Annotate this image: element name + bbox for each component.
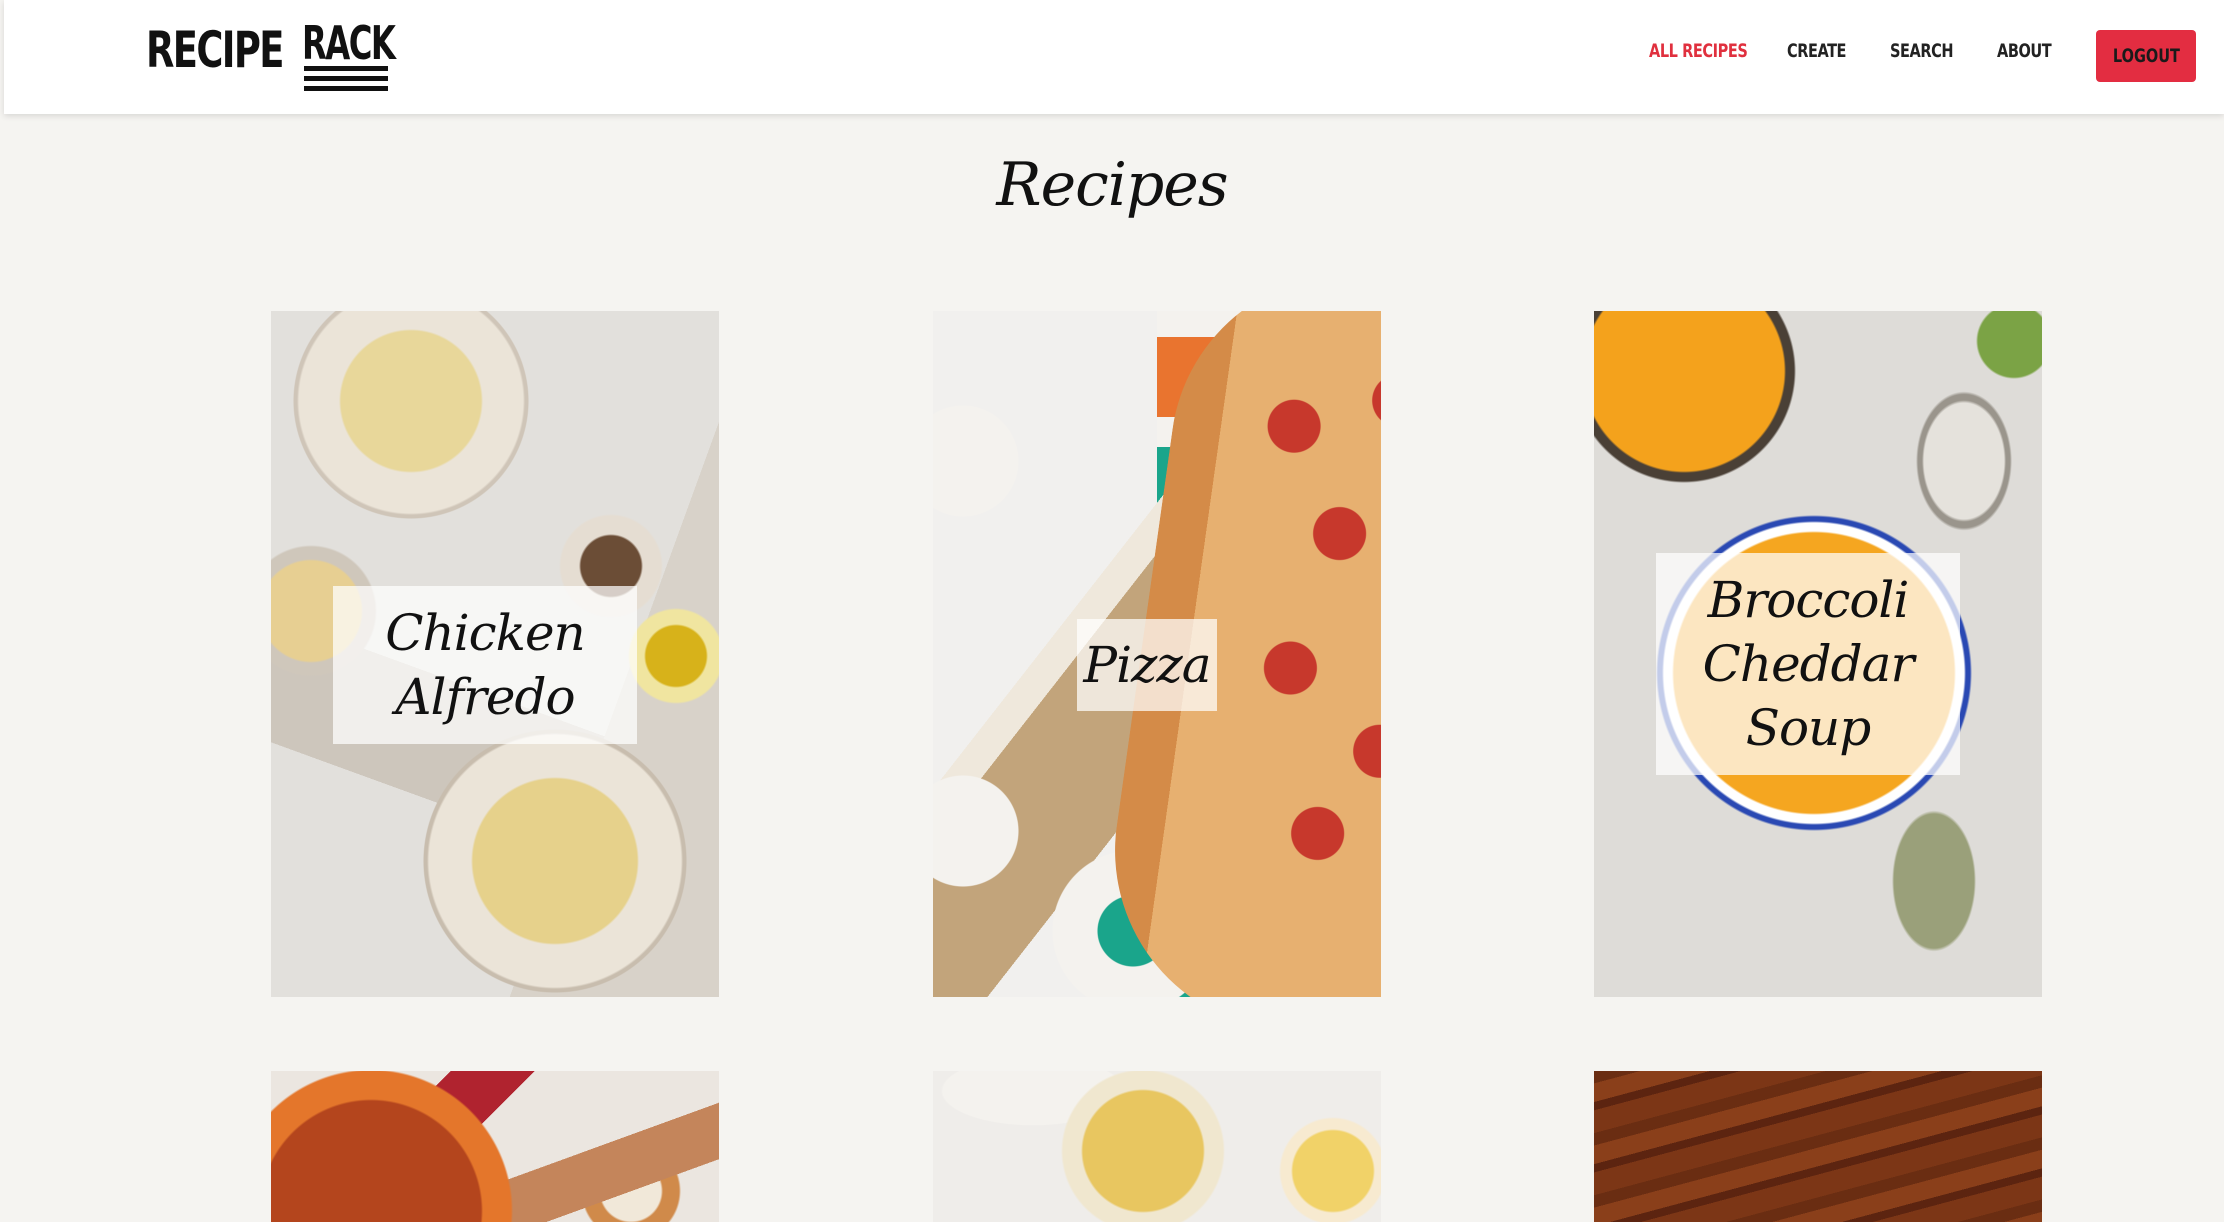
page-title: Recipes bbox=[996, 150, 1228, 220]
navbar: RECIPE RACK ALL RECIPES CREATE SEARCH AB… bbox=[4, 0, 2224, 114]
nav-search[interactable]: SEARCH bbox=[1890, 40, 1954, 62]
rack-lines-icon bbox=[304, 66, 388, 96]
nav-about[interactable]: ABOUT bbox=[1997, 40, 2052, 62]
brand-name-recipe: RECIPE bbox=[146, 21, 284, 79]
brand-name-rack: RACK bbox=[302, 16, 396, 70]
recipe-card[interactable]: Broccoli Cheddar Soup bbox=[1594, 311, 2042, 997]
recipe-card[interactable] bbox=[1594, 1071, 2042, 1222]
recipe-card-title: Broccoli Cheddar Soup bbox=[1656, 553, 1960, 775]
recipe-card-title: Chicken Alfredo bbox=[333, 586, 637, 744]
recipe-card-title: Pizza bbox=[1077, 619, 1217, 711]
brand-rack-block: RACK bbox=[302, 16, 396, 91]
recipe-card[interactable]: Chicken Alfredo bbox=[271, 311, 719, 997]
recipe-card[interactable]: Pizza bbox=[933, 311, 1381, 997]
nav-create[interactable]: CREATE bbox=[1787, 40, 1846, 62]
nav-all-recipes[interactable]: ALL RECIPES bbox=[1649, 40, 1748, 62]
recipe-card[interactable] bbox=[271, 1071, 719, 1222]
recipe-card[interactable] bbox=[933, 1071, 1381, 1222]
brand-logo[interactable]: RECIPE RACK bbox=[146, 18, 396, 96]
logout-button[interactable]: LOGOUT bbox=[2096, 30, 2196, 82]
logout-label: LOGOUT bbox=[2112, 45, 2180, 67]
